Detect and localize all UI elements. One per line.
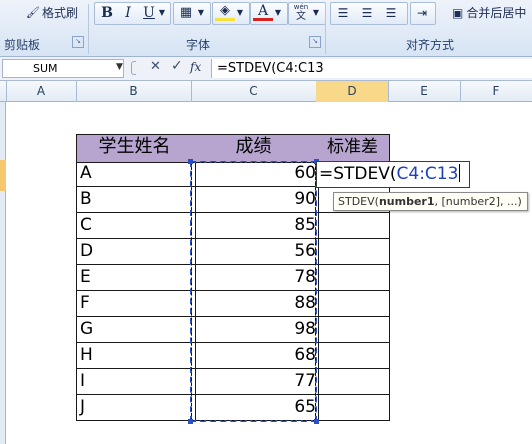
align-center-icon[interactable]: ☰ [357, 4, 377, 22]
font-dialog-launcher-icon[interactable]: ↘ [309, 36, 321, 48]
active-row-indicator [0, 160, 6, 191]
tooltip-current-arg: number1 [378, 195, 435, 208]
font-group-label: 字体 [186, 38, 211, 52]
range-handle[interactable] [188, 419, 193, 424]
formula-bar-splitter[interactable] [131, 61, 136, 75]
font-color-dropdown-icon: ▼ [274, 8, 282, 17]
range-handle[interactable] [188, 159, 193, 164]
name-cell[interactable]: J [76, 395, 196, 421]
indent-button[interactable]: ⇥ [410, 2, 436, 25]
active-cell-reference-text: C4:C13 [396, 164, 459, 184]
name-cell[interactable]: H [76, 343, 196, 369]
phonetic-dropdown-icon: ▼ [312, 8, 320, 17]
std-dev-cell[interactable] [316, 343, 390, 369]
insert-function-icon[interactable]: fx [190, 60, 201, 74]
row-headers[interactable] [0, 102, 6, 444]
phonetic-button[interactable]: wén 文 ▼ [288, 2, 326, 25]
group-separator [88, 4, 89, 54]
name-cell[interactable]: F [76, 291, 196, 317]
alignment-group-label: 对齐方式 [406, 38, 455, 52]
header-score[interactable]: 成绩 [191, 134, 317, 163]
std-dev-cell[interactable] [316, 317, 390, 343]
clipboard-group-label: 剪贴板 [4, 38, 41, 52]
active-cell-function-text: =STDEV( [319, 164, 397, 184]
active-cell-editor[interactable]: =STDEV(C4:C13 [316, 161, 470, 188]
name-cell[interactable]: G [76, 317, 196, 343]
fill-dropdown-icon: ▼ [236, 8, 244, 17]
cancel-icon[interactable]: ✕ [150, 59, 161, 74]
align-left-icon[interactable]: ☰ [333, 4, 353, 22]
enter-icon[interactable]: ✓ [171, 58, 183, 74]
phonetic-char: 文 [296, 11, 306, 22]
std-dev-cell[interactable] [316, 395, 390, 421]
name-cell[interactable]: C [76, 213, 196, 239]
tooltip-function-name[interactable]: STDEV( [338, 195, 379, 208]
merge-center-button[interactable]: ▣ 合并后居中 [452, 2, 532, 23]
formula-input[interactable]: =STDEV(C4:C13 [211, 59, 532, 78]
name-box[interactable]: SUM [2, 59, 124, 78]
bold-button[interactable]: B [97, 4, 117, 22]
alignment-buttons: ☰ ☰ ☰ [330, 2, 408, 25]
merge-cells-icon: ▣ [452, 5, 464, 20]
underline-button[interactable]: U [139, 4, 159, 22]
font-color-button[interactable]: A ▼ [250, 2, 288, 25]
std-dev-cell[interactable] [316, 265, 390, 291]
text-cursor [459, 164, 461, 182]
range-handle[interactable] [314, 419, 319, 424]
column-header-b[interactable]: B [76, 81, 192, 102]
name-cell[interactable]: I [76, 369, 196, 395]
formula-bar: SUM ▼ ✕ ✓ fx =STDEV(C4:C13 [0, 57, 532, 81]
border-button[interactable]: ▦ ▼ [173, 2, 211, 25]
tooltip-remaining-args: , [number2], ...) [434, 195, 522, 208]
name-cell[interactable]: D [76, 239, 196, 265]
font-color-icon: A [253, 4, 273, 21]
column-headers: A B C D E F [0, 81, 532, 102]
std-dev-cell[interactable] [316, 213, 390, 239]
indent-icon: ⇥ [416, 6, 428, 20]
align-right-icon[interactable]: ☰ [381, 4, 401, 22]
font-style-buttons: B I U ▼ [94, 2, 171, 25]
std-dev-cell[interactable] [316, 369, 390, 395]
std-dev-cell[interactable] [316, 291, 390, 317]
underline-dropdown-icon[interactable]: ▼ [157, 4, 167, 22]
column-header-a[interactable]: A [6, 81, 77, 102]
clipboard-dialog-launcher-icon[interactable]: ↘ [72, 36, 84, 48]
name-box-dropdown-icon[interactable]: ▼ [116, 62, 123, 72]
group-separator [325, 4, 326, 54]
phonetic-pinyin: wén [293, 3, 309, 11]
column-header-f[interactable]: F [460, 81, 532, 102]
border-icon: ▦ [179, 5, 193, 20]
header-student-name[interactable]: 学生姓名 [76, 134, 193, 163]
column-header-e[interactable]: E [388, 81, 461, 102]
name-cell[interactable]: A [76, 161, 196, 187]
format-painter-button[interactable]: 🖌 格式刷 [24, 2, 80, 23]
function-tooltip: STDEV(number1, [number2], ...) [333, 192, 528, 211]
border-dropdown-icon: ▼ [197, 8, 205, 17]
ribbon: 🖌 格式刷 剪贴板 ↘ B I U ▼ ▦ ▼ ◈ ▼ A ▼ wén 文 ▼ … [0, 0, 532, 57]
column-header-c[interactable]: C [191, 81, 317, 102]
column-header-d[interactable]: D [316, 81, 389, 102]
fill-bucket-icon: ◈ [215, 4, 235, 21]
header-std-dev[interactable]: 标准差 [316, 134, 390, 163]
reference-range-highlight [190, 161, 317, 422]
fill-color-button[interactable]: ◈ ▼ [212, 2, 250, 25]
name-cell[interactable]: E [76, 265, 196, 291]
italic-button[interactable]: I [118, 4, 138, 22]
paintbrush-icon: 🖌 [26, 6, 40, 19]
phonetic-icon: wén 文 [291, 3, 311, 22]
name-cell[interactable]: B [76, 187, 196, 213]
std-dev-cell[interactable] [316, 239, 390, 265]
